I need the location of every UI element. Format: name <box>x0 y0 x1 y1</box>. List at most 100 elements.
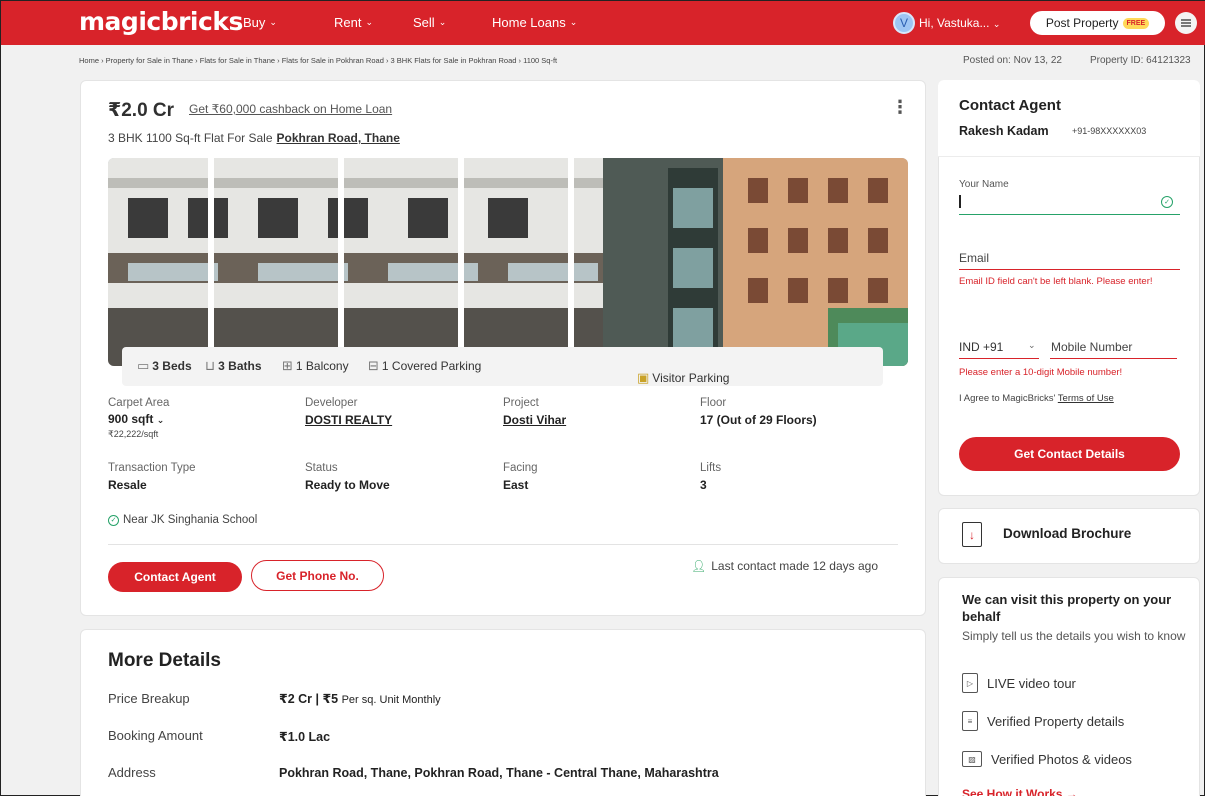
nav-rent[interactable]: Rent ⌄ <box>334 15 373 30</box>
visitor-parking-label: Visitor Parking <box>652 371 730 385</box>
car-icon: ⊟ <box>368 358 379 373</box>
developer-link[interactable]: DOSTI REALTY <box>305 413 392 427</box>
property-photo[interactable] <box>108 158 908 366</box>
contact-agent-header <box>938 80 1200 157</box>
last-contact-text: Last contact made 12 days ago <box>711 559 879 573</box>
baths-label: 3 Baths <box>218 359 262 373</box>
facing-value: East <box>503 478 529 492</box>
nav-sell-label: Sell <box>413 15 435 30</box>
live-video-tour-label: LIVE video tour <box>987 675 1076 691</box>
get-phone-button[interactable]: Get Phone No. <box>251 560 384 591</box>
terms-link[interactable]: Terms of Use <box>1058 393 1114 404</box>
transaction-value: Resale <box>108 478 147 492</box>
post-property-label: Post Property <box>1045 16 1119 30</box>
visitor-parking-info: ▣ Visitor Parking <box>637 370 729 386</box>
status-value: Ready to Move <box>305 478 390 492</box>
bath-icon: ⊔ <box>205 358 216 373</box>
posted-on: Posted on: Nov 13, 22 <box>963 55 1062 66</box>
contact-agent-button[interactable]: Contact Agent <box>108 562 242 592</box>
price-breakup-suffix: Per sq. Unit Monthly <box>341 694 441 706</box>
visit-subtitle: Simply tell us the details you wish to k… <box>962 629 1186 643</box>
nav-buy-label: Buy <box>243 15 266 30</box>
chevron-down-icon[interactable]: ⌄ <box>1028 340 1036 351</box>
video-tour-icon: ▷ <box>962 673 978 693</box>
nav-sell[interactable]: Sell ⌄ <box>413 15 446 30</box>
agree-text: I Agree to MagicBricks' <box>959 393 1056 404</box>
nav-rent-label: Rent <box>334 15 362 30</box>
booking-amount-label: Booking Amount <box>108 728 203 743</box>
country-code-select[interactable]: IND +91 <box>959 340 1003 354</box>
parking-info: ⊟ 1 Covered Parking <box>368 358 481 374</box>
carpet-area-value[interactable]: 900 sqft ⌄ <box>108 412 164 426</box>
top-navbar: magicbricks Buy ⌄ Rent ⌄ Sell ⌄ Home Loans ⌄… <box>1 1 1205 45</box>
facing-label: Facing <box>503 462 538 474</box>
email-input-underline <box>959 269 1180 270</box>
price-breakup-label: Price Breakup <box>108 691 190 706</box>
free-badge: FREE <box>1122 17 1150 29</box>
price-per-sqft: ₹22,222/sqft <box>108 429 159 439</box>
location-link[interactable]: Pokhran Road, Thane <box>277 131 400 145</box>
chevron-down-icon: ⌄ <box>156 415 165 425</box>
hamburger-menu-icon[interactable] <box>1175 12 1197 34</box>
project-link[interactable]: Dosti Vihar <box>503 413 566 427</box>
carpet-area-label: Carpet Area <box>108 397 170 409</box>
lifts-label: Lifts <box>700 462 722 474</box>
nav-home-loans[interactable]: Home Loans ⌄ <box>492 15 577 30</box>
bed-icon: ▭ <box>137 358 150 373</box>
balcony-label: 1 Balcony <box>295 359 349 373</box>
floor-value: 17 (Out of 29 Floors) <box>700 413 817 427</box>
contact-agent-title: Contact Agent <box>959 97 1061 114</box>
mobile-underline <box>1050 358 1177 359</box>
developer-label: Developer <box>305 397 358 409</box>
balcony-info: ⊞ 1 Balcony <box>282 358 349 374</box>
verified-details-item: ≡ Verified Property details <box>962 711 1124 731</box>
price-breakup-amount: ₹2 Cr | ₹5 <box>279 692 339 706</box>
beds-label: 3 Beds <box>152 359 192 373</box>
chevron-down-icon: ⌄ <box>365 17 374 27</box>
download-brochure-label[interactable]: Download Brochure <box>1003 526 1131 541</box>
nearby-text: Near JK Singhania School <box>123 514 258 526</box>
booking-amount-value: ₹1.0 Lac <box>279 730 331 744</box>
user-menu[interactable]: Hi, Vastuka... ⌄ <box>919 16 1000 30</box>
verified-photos-item: ▨ Verified Photos & videos <box>962 751 1132 767</box>
chevron-down-icon: ⌄ <box>992 19 1001 29</box>
property-price: ₹2.0 Cr <box>108 100 175 121</box>
mobile-input[interactable]: Mobile Number <box>1051 340 1132 354</box>
last-contact-info: 👤︎ Last contact made 12 days ago <box>691 559 878 573</box>
name-input[interactable] <box>959 195 961 208</box>
chevron-down-icon: ⌄ <box>569 17 578 27</box>
building-illustration <box>108 158 908 366</box>
lifts-value: 3 <box>700 478 707 492</box>
magicbricks-logo[interactable]: magicbricks <box>79 7 243 36</box>
beds-info: ▭ 3 Beds <box>137 358 192 374</box>
price-breakup-value: ₹2 Cr | ₹5 Per sq. Unit Monthly <box>279 691 441 706</box>
cashback-link[interactable]: Get ₹60,000 cashback on Home Loan <box>189 102 392 116</box>
post-property-button[interactable]: Post Property FREE <box>1030 11 1165 35</box>
verified-photos-label: Verified Photos & videos <box>991 751 1132 767</box>
parking-label: 1 Covered Parking <box>381 359 482 373</box>
avatar[interactable]: V <box>893 12 915 34</box>
email-input[interactable]: Email <box>959 251 989 265</box>
check-circle-icon: ✓ <box>108 514 119 526</box>
more-options-icon[interactable]: ⋮ <box>891 97 909 118</box>
get-contact-details-button[interactable]: Get Contact Details <box>959 437 1180 471</box>
person-icon: 👤︎ <box>691 559 707 573</box>
project-label: Project <box>503 397 539 409</box>
floor-label: Floor <box>700 397 727 409</box>
nav-buy[interactable]: Buy ⌄ <box>243 15 277 30</box>
email-error: Email ID field can't be left blank. Plea… <box>959 276 1153 287</box>
see-how-link[interactable]: See How it Works → <box>962 787 1078 796</box>
more-details-title: More Details <box>108 650 221 671</box>
visit-title: We can visit this property on your behal… <box>962 592 1172 624</box>
address-label: Address <box>108 765 156 780</box>
download-document-icon: ↓ <box>962 522 982 547</box>
breadcrumb[interactable]: Home › Property for Sale in Thane › Flat… <box>79 56 557 65</box>
chevron-down-icon: ⌄ <box>269 17 277 27</box>
transaction-label: Transaction Type <box>108 462 196 474</box>
mobile-error: Please enter a 10-digit Mobile number! <box>959 367 1123 378</box>
nav-home-loans-label: Home Loans <box>492 15 566 30</box>
name-label: Your Name <box>959 179 1009 190</box>
name-input-underline <box>959 214 1180 215</box>
nearby-landmark: ✓ Near JK Singhania School <box>108 514 257 526</box>
verified-details-label: Verified Property details <box>987 713 1125 729</box>
